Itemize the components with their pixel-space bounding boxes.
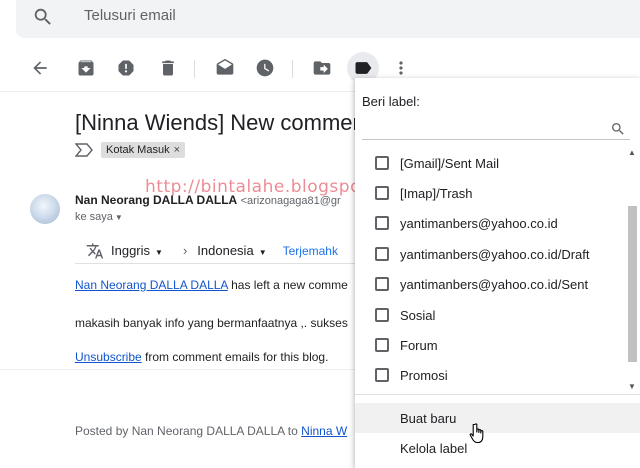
- chevron-right-icon: ›: [182, 243, 188, 258]
- snooze-button[interactable]: [249, 52, 281, 84]
- search-bar[interactable]: Telusuri email: [16, 0, 640, 38]
- body-paragraph-1: Nan Neorang DALLA DALLA has left a new c…: [75, 278, 348, 292]
- label-item[interactable]: yantimanbers@yahoo.co.id/Draft: [355, 239, 625, 269]
- label-checkbox[interactable]: [375, 308, 389, 322]
- more-vert-icon: [399, 61, 403, 75]
- label-item-text: [Gmail]/Sent Mail: [400, 155, 499, 171]
- label-item[interactable]: [Gmail]/Sent Mail: [355, 148, 625, 178]
- footer-text: Posted by Nan Neorang DALLA DALLA to Nin…: [75, 424, 347, 438]
- label-menu: Beri label: [Gmail]/Sent Mail [Imap]/Tra…: [355, 78, 640, 468]
- label-checkbox[interactable]: [375, 216, 389, 230]
- label-search-input[interactable]: [362, 116, 630, 140]
- label-item-text: yantimanbers@yahoo.co.id: [400, 215, 558, 231]
- avatar: [30, 194, 60, 224]
- recipient-text: ke saya: [75, 211, 113, 223]
- toolbar-separator: [194, 60, 195, 78]
- label-item-text: [Imap]/Trash: [400, 185, 473, 201]
- body-divider: [0, 369, 355, 370]
- recipient-details[interactable]: ke saya ▼: [75, 211, 123, 223]
- label-checkbox[interactable]: [375, 156, 389, 170]
- label-checkbox[interactable]: [375, 277, 389, 291]
- manage-labels-button[interactable]: Kelola label: [355, 433, 640, 463]
- label-item[interactable]: Promosi: [355, 360, 625, 390]
- scrollbar-thumb[interactable]: [628, 206, 637, 362]
- label-item[interactable]: Forum: [355, 330, 625, 360]
- mark-unread-button[interactable]: [209, 52, 241, 84]
- label-checkbox[interactable]: [375, 186, 389, 200]
- translate-from-label: Inggris: [111, 243, 151, 258]
- delete-button[interactable]: [152, 52, 184, 84]
- create-label-button[interactable]: Buat baru: [355, 403, 640, 433]
- label-item-text: Sosial: [400, 307, 436, 323]
- label-icon: [355, 62, 372, 74]
- label-item-text: Promosi: [400, 367, 448, 383]
- label-item[interactable]: yantimanbers@yahoo.co.id/Sent: [355, 269, 625, 299]
- label-item[interactable]: Sosial: [355, 300, 625, 330]
- scroll-down-icon[interactable]: ▼: [628, 382, 636, 391]
- label-item-text: yantimanbers@yahoo.co.id/Draft: [400, 246, 590, 262]
- back-button[interactable]: [24, 52, 56, 84]
- toolbar-divider: [0, 91, 355, 92]
- search-icon: [612, 123, 624, 135]
- inbox-label-chip: Kotak Masuk ×: [101, 142, 186, 158]
- footer-prefix: Posted by Nan Neorang DALLA DALLA to: [75, 424, 302, 438]
- translate-to-select[interactable]: Indonesia ▼: [197, 243, 266, 258]
- trash-icon: [162, 60, 174, 76]
- translate-bar: Inggris ▼ › Indonesia ▼ Terjemahk: [75, 238, 365, 264]
- toolbar-separator: [292, 60, 293, 78]
- label-item-text: yantimanbers@yahoo.co.id/Sent: [400, 276, 589, 292]
- chevron-down-icon: ▼: [155, 248, 163, 257]
- chevron-down-icon: ▼: [258, 248, 267, 257]
- label-checkbox[interactable]: [375, 368, 389, 382]
- hand-cursor-icon: [469, 423, 484, 444]
- label-row: Kotak Masuk ×: [75, 141, 186, 159]
- mail-open-icon: [216, 58, 234, 75]
- menu-divider: [355, 394, 640, 395]
- move-folder-icon: [313, 61, 331, 75]
- body-paragraph-3: Unsubscribe from comment emails for this…: [75, 350, 328, 364]
- arrow-left-icon: [33, 61, 47, 75]
- label-item-text: Forum: [400, 337, 438, 353]
- label-item[interactable]: yantimanbers@yahoo.co.id: [355, 208, 625, 238]
- blog-link[interactable]: Ninna W: [301, 424, 347, 438]
- translate-icon: [86, 243, 104, 258]
- label-checkbox[interactable]: [375, 338, 389, 352]
- remove-label-button[interactable]: ×: [174, 144, 180, 156]
- report-icon: [118, 60, 134, 76]
- archive-icon: [78, 60, 94, 76]
- translate-from-select[interactable]: Inggris ▼: [111, 243, 163, 258]
- translate-to-label: Indonesia: [197, 243, 254, 258]
- archive-button[interactable]: [70, 52, 102, 84]
- importance-marker-icon[interactable]: [75, 143, 93, 157]
- move-to-button[interactable]: [306, 52, 338, 84]
- label-chip-text: Kotak Masuk: [106, 144, 170, 156]
- label-list: [Gmail]/Sent Mail [Imap]/Trash yantimanb…: [355, 148, 625, 392]
- label-item[interactable]: [Imap]/Trash: [355, 178, 625, 208]
- label-list-scrollbar[interactable]: ▲ ▼: [626, 148, 638, 392]
- translate-message-link[interactable]: Terjemahk: [283, 244, 338, 258]
- body-text: from comment emails for this blog.: [141, 350, 329, 364]
- scroll-up-icon[interactable]: ▲: [628, 148, 636, 157]
- label-checkbox[interactable]: [375, 247, 389, 261]
- chevron-down-icon: ▼: [114, 213, 123, 222]
- report-spam-button[interactable]: [110, 52, 142, 84]
- email-subject: [Ninna Wiends] New comment: [75, 110, 371, 135]
- search-input[interactable]: Telusuri email: [84, 7, 176, 24]
- label-menu-title: Beri label:: [362, 94, 420, 109]
- clock-icon: [256, 59, 274, 77]
- body-text: has left a new comme: [227, 278, 348, 292]
- unsubscribe-link[interactable]: Unsubscribe: [75, 350, 142, 364]
- commenter-link[interactable]: Nan Neorang DALLA DALLA: [75, 278, 228, 292]
- search-icon[interactable]: [32, 6, 54, 28]
- body-paragraph-2: makasih banyak info yang bermanfaatnya ,…: [75, 316, 348, 330]
